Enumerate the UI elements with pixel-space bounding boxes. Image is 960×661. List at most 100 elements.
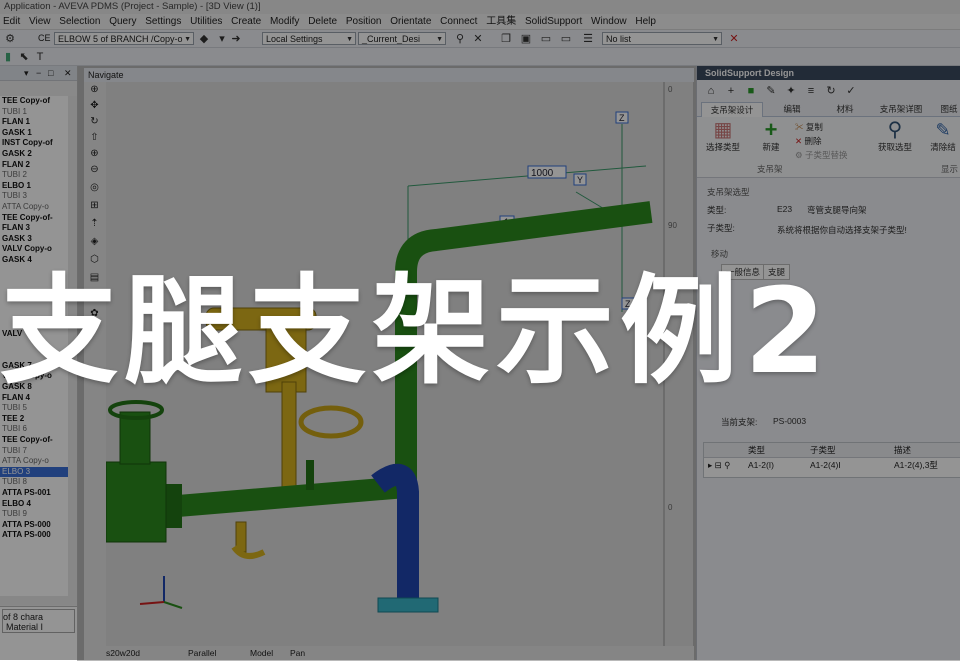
menu-toolset[interactable]: 工具集 (483, 16, 519, 27)
tree-node[interactable]: TUBI 6 (0, 424, 68, 435)
ce-selector[interactable]: ELBOW 5 of BRANCH /Copy-o ▼ (54, 32, 194, 45)
pin-icon[interactable]: ▮ (2, 51, 14, 63)
menu-orientate[interactable]: Orientate (387, 16, 434, 27)
panel-close-icon[interactable]: ✕ (64, 66, 72, 80)
panel-min-icon[interactable]: − (36, 66, 41, 80)
list-selector[interactable]: No list ▼ (602, 32, 722, 45)
tree-node[interactable]: TEE Copy-of (0, 96, 68, 107)
copy-button[interactable]: ✂ 复制 (795, 121, 823, 133)
tree-node[interactable]: TUBI 3 (0, 191, 68, 202)
dropdown-arrow-icon[interactable]: ▾ (216, 33, 228, 45)
properties-box[interactable]: of 8 chara Material I (2, 609, 75, 633)
tab-support-drawing[interactable]: 支吊架详图 (873, 102, 929, 116)
tree-node[interactable]: TUBI 9 (0, 509, 68, 520)
row-expand-icon[interactable]: ▸ ⊟ ⚲ (708, 458, 730, 472)
tree-node[interactable]: ATTA Copy-o (0, 456, 68, 467)
tree-node[interactable]: TUBI 2 (0, 170, 68, 181)
pointer-icon[interactable]: ⬉ (18, 51, 30, 63)
new-icon[interactable]: ■ (745, 85, 757, 97)
grid-icon[interactable]: ⊞ (88, 200, 101, 212)
tree-node[interactable]: ATTA PS-001 (0, 488, 68, 499)
panel-minimize-icon[interactable]: ▾ (24, 66, 29, 80)
close-icon[interactable]: ✕ (472, 33, 484, 45)
tree-node[interactable]: FLAN 3 (0, 223, 68, 234)
menu-position[interactable]: Position (343, 16, 385, 27)
tree-node[interactable]: TUBI 1 (0, 107, 68, 118)
tree-node[interactable]: INST Copy-of (0, 138, 68, 149)
settings-selector[interactable]: Local Settings ▼ (262, 32, 356, 45)
tab-support-design[interactable]: 支吊架设计 (701, 102, 763, 117)
list-icon[interactable]: ☰ (582, 33, 594, 45)
menu-utilities[interactable]: Utilities (187, 16, 225, 27)
clear-button[interactable]: ✎ 清除结 (925, 119, 960, 153)
tree-node[interactable]: TEE Copy-of- (0, 213, 68, 224)
add-button[interactable]: + 新建 (753, 119, 789, 153)
tree-node[interactable]: ELBO 4 (0, 499, 68, 510)
edit-icon[interactable]: ✎ (765, 85, 777, 97)
binoculars-icon[interactable]: ⚲ (454, 33, 466, 45)
element-icon[interactable]: ⇡ (88, 218, 101, 230)
tab-drawings[interactable]: 图纸 (937, 102, 960, 116)
panel-max-icon[interactable]: □ (48, 66, 53, 80)
menu-help[interactable]: Help (632, 16, 659, 27)
walk-icon[interactable]: ⇧ (88, 132, 101, 144)
tree-node[interactable]: GASK 3 (0, 234, 68, 245)
limits-icon[interactable]: ◈ (88, 236, 101, 248)
view-direction-icon[interactable]: ◎ (88, 182, 101, 194)
table-row[interactable]: ▸ ⊟ ⚲ A1-2(I) A1-2(4)I A1-2(4),3型 (704, 458, 960, 472)
cancel-icon[interactable]: ✕ (728, 33, 740, 45)
delete-button[interactable]: ✕ 删除 (795, 135, 822, 147)
menu-create[interactable]: Create (228, 16, 264, 27)
tab-edit[interactable]: 编辑 (777, 102, 807, 116)
menu-query[interactable]: Query (106, 16, 139, 27)
menu-connect[interactable]: Connect (437, 16, 480, 27)
refresh-icon[interactable]: ↻ (825, 85, 837, 97)
forward-arrow-icon[interactable]: ➜ (230, 33, 242, 45)
tab-material[interactable]: 材料 (825, 102, 865, 116)
select-type-button[interactable]: ▦ 选择类型 (703, 119, 743, 153)
menu-settings[interactable]: Settings (142, 16, 184, 27)
window-icon[interactable]: ▭ (540, 33, 552, 45)
menu-selection[interactable]: Selection (56, 16, 103, 27)
check-icon[interactable]: ✓ (845, 85, 857, 97)
zoom-icon[interactable]: ⊕ (88, 84, 101, 96)
tree-node[interactable]: TUBI 8 (0, 477, 68, 488)
text-tool-icon[interactable]: T (34, 51, 46, 63)
list-icon[interactable]: ≡ (805, 85, 817, 97)
tree-node[interactable]: ATTA Copy-o (0, 202, 68, 213)
menu-solidsupport[interactable]: SolidSupport (522, 16, 585, 27)
menu-modify[interactable]: Modify (267, 16, 302, 27)
add-icon[interactable]: + (725, 85, 737, 97)
tree-node[interactable]: TEE Copy-of- (0, 435, 68, 446)
menu-edit[interactable]: Edit (0, 16, 23, 27)
window2-icon[interactable]: ▭ (560, 33, 572, 45)
tree-node[interactable]: GASK 1 (0, 128, 68, 139)
tree-node[interactable]: ATTA PS-000 (0, 530, 68, 541)
rotate-icon[interactable]: ↻ (88, 116, 101, 128)
save-icon[interactable]: ▣ (520, 33, 532, 45)
tree-node[interactable]: FLAN 1 (0, 117, 68, 128)
design-selector[interactable]: _Current_Desi ▼ (358, 32, 446, 45)
zoom-in-icon[interactable]: ⊕ (88, 148, 101, 160)
tree-node[interactable]: VALV Copy-o (0, 244, 68, 255)
tree-node[interactable]: FLAN 2 (0, 160, 68, 171)
zoom-out-icon[interactable]: ⊖ (88, 164, 101, 176)
tree-node[interactable]: ELBO 1 (0, 181, 68, 192)
tree-node[interactable]: GASK 2 (0, 149, 68, 160)
subtype-replace-button[interactable]: ⚙ 子类型替换 (795, 149, 848, 161)
gear-icon[interactable]: ⚙ (4, 33, 16, 45)
menu-window[interactable]: Window (588, 16, 630, 27)
tree-horizontal-scrollbar[interactable] (0, 596, 77, 605)
tree-node[interactable]: ELBO 3 (0, 466, 68, 478)
menu-view[interactable]: View (26, 16, 54, 27)
pan-icon[interactable]: ✥ (88, 100, 101, 112)
back-arrow-icon[interactable]: ◆ (198, 33, 210, 45)
get-selection-button[interactable]: ⚲ 获取选型 (875, 119, 915, 153)
tools-icon[interactable]: ✦ (785, 85, 797, 97)
menu-delete[interactable]: Delete (305, 16, 340, 27)
tree-node[interactable]: TUBI 7 (0, 446, 68, 457)
tree-node[interactable]: TEE 2 (0, 414, 68, 425)
layers-icon[interactable]: ❐ (500, 33, 512, 45)
tree-node[interactable]: ATTA PS-000 (0, 520, 68, 531)
home-icon[interactable]: ⌂ (705, 85, 717, 97)
